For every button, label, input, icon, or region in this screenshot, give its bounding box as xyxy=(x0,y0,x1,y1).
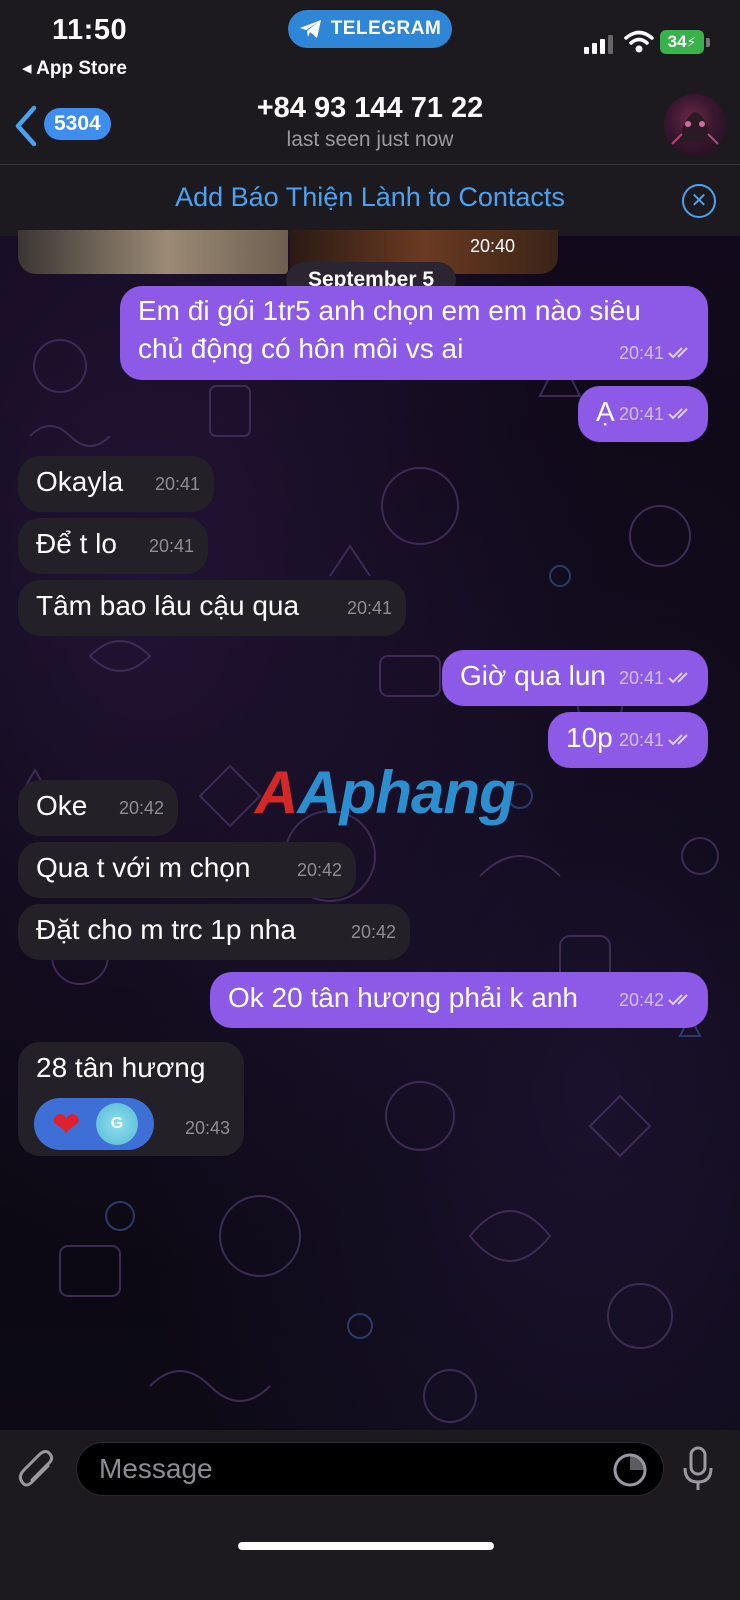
incoming-message[interactable]: Để t lo 20:41 xyxy=(18,518,208,574)
watermark-text: Aphang xyxy=(297,759,515,826)
double-check-icon xyxy=(668,994,688,1006)
chat-title[interactable]: +84 93 144 71 22 xyxy=(0,92,740,125)
battery-charging-icon: 34 ⚡ xyxy=(660,30,704,54)
message-meta: 20:41 xyxy=(619,334,694,372)
incoming-message[interactable]: Okayla 20:41 xyxy=(18,456,214,512)
microphone-icon[interactable] xyxy=(682,1446,714,1492)
message-text: Ạ xyxy=(596,396,615,427)
message-text: 28 tân hương xyxy=(36,1052,206,1083)
heart-icon: ❤ xyxy=(52,1106,81,1144)
telegram-pill-label: TELEGRAM xyxy=(330,18,442,39)
telegram-plane-icon xyxy=(299,20,321,38)
message-text: Okayla xyxy=(36,466,124,497)
cellular-signal-icon xyxy=(584,35,613,54)
battery-tip xyxy=(706,38,710,47)
message-text: Oke xyxy=(36,790,88,821)
message-time: 20:42 xyxy=(296,860,342,880)
message-meta: 20:41 xyxy=(347,588,392,628)
message-meta: 20:41 xyxy=(149,526,194,566)
home-indicator xyxy=(238,1542,494,1550)
attach-paperclip-icon[interactable] xyxy=(18,1450,58,1494)
incoming-message[interactable]: Đặt cho m trc 1p nha 20:42 xyxy=(18,904,410,960)
double-check-icon xyxy=(668,347,688,359)
message-time: 20:42 xyxy=(618,990,664,1010)
double-check-icon xyxy=(668,672,688,684)
incoming-message[interactable]: Tâm bao lâu cậu qua 20:41 xyxy=(18,580,406,636)
message-meta: 20:42 xyxy=(351,912,396,952)
chat-last-seen: last seen just now xyxy=(286,128,454,151)
message-meta: 20:43 xyxy=(185,1108,230,1148)
message-text-line: chủ động có hôn môi vs ai xyxy=(138,333,464,364)
header-divider xyxy=(0,164,740,165)
message-time: 20:41 xyxy=(618,404,664,424)
avatar-image xyxy=(671,112,719,145)
message-meta: 20:42 xyxy=(119,788,164,828)
message-text: Giờ qua lun xyxy=(460,660,607,691)
message-text: Đặt cho m trc 1p nha xyxy=(36,914,296,945)
outgoing-message[interactable]: Ok 20 tân hương phải k anh 20:42 xyxy=(210,972,708,1028)
message-input[interactable]: Message xyxy=(76,1442,664,1496)
message-text-line: Em đi gói 1tr5 anh chọn em em nào siêu xyxy=(138,295,641,326)
watermark: AAphang xyxy=(255,759,516,826)
incoming-message[interactable]: Oke 20:42 xyxy=(18,780,178,836)
outgoing-message[interactable]: Giờ qua lun 20:41 xyxy=(442,650,708,706)
outgoing-message[interactable]: Em đi gói 1tr5 anh chọn em em nào siêu c… xyxy=(120,286,708,380)
add-to-contacts-link[interactable]: Add Báo Thiện Lành to Contacts xyxy=(0,182,740,213)
wifi-icon xyxy=(624,30,654,53)
contact-avatar[interactable] xyxy=(664,94,726,156)
message-time: 20:42 xyxy=(350,922,396,942)
message-text: Ok 20 tân hương phải k anh xyxy=(228,982,578,1013)
message-text: Qua t với m chọn xyxy=(36,852,251,883)
message-meta: 20:41 xyxy=(619,658,694,698)
message-meta: 20:41 xyxy=(619,394,694,434)
close-circle-icon[interactable]: ✕ xyxy=(682,184,716,218)
back-to-app-store-link[interactable]: ◂ App Store xyxy=(22,57,127,80)
outgoing-message[interactable]: Ạ 20:41 xyxy=(578,386,708,442)
message-meta: 20:41 xyxy=(619,720,694,760)
message-time: 20:43 xyxy=(184,1118,230,1138)
media-thumbnail[interactable] xyxy=(18,230,288,274)
message-text: 10p xyxy=(566,722,613,753)
reaction-user-avatar: G xyxy=(96,1103,138,1145)
message-meta: 20:41 xyxy=(155,464,200,504)
telegram-pill[interactable]: TELEGRAM xyxy=(288,10,452,48)
message-time: 20:41 xyxy=(618,668,664,688)
message-text: Tâm bao lâu cậu qua xyxy=(36,590,300,621)
message-time: 20:41 xyxy=(154,474,200,494)
media-time: 20:40 xyxy=(470,236,516,256)
message-text: Để t lo xyxy=(36,528,117,559)
double-check-icon xyxy=(668,734,688,746)
message-time: 20:41 xyxy=(148,536,194,556)
status-time: 11:50 xyxy=(52,14,128,46)
message-time: 20:41 xyxy=(618,343,664,363)
outgoing-message[interactable]: 10p 20:41 xyxy=(548,712,708,768)
message-time: 20:42 xyxy=(118,798,164,818)
sticker-clock-icon[interactable] xyxy=(612,1452,648,1488)
message-meta: 20:42 xyxy=(619,980,694,1020)
message-meta: 20:42 xyxy=(297,850,342,890)
message-time: 20:41 xyxy=(618,730,664,750)
double-check-icon xyxy=(668,408,688,420)
incoming-message[interactable]: Qua t với m chọn 20:42 xyxy=(18,842,356,898)
battery-level: 34 xyxy=(667,32,687,51)
message-time: 20:41 xyxy=(346,598,392,618)
